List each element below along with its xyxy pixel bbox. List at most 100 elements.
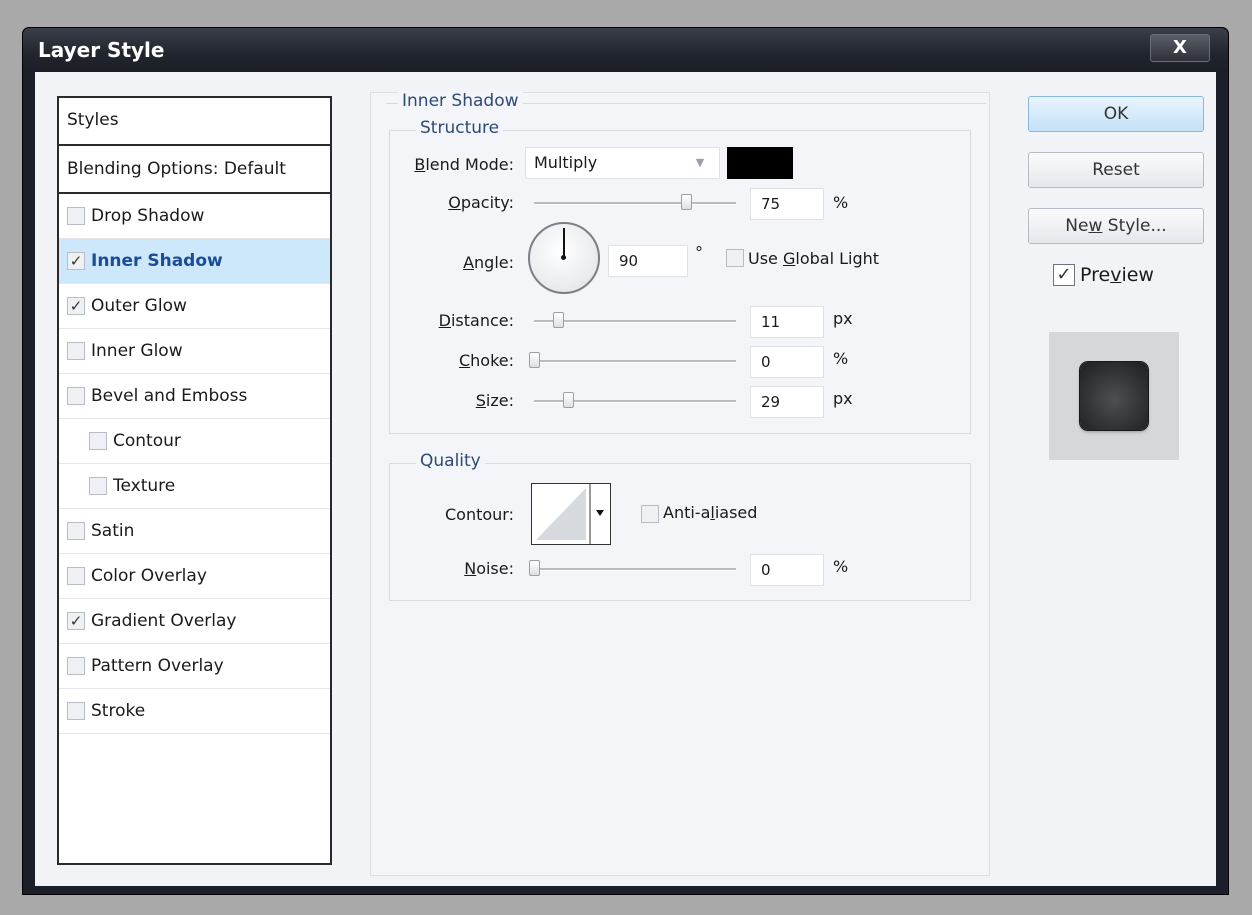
style-item-label: Satin	[91, 521, 135, 541]
style-item-label: Stroke	[91, 701, 146, 721]
style-checkbox[interactable]	[67, 342, 85, 360]
distance-slider-thumb[interactable]	[553, 312, 564, 328]
style-item-pattern-overlay[interactable]: Pattern Overlay	[59, 644, 330, 689]
style-item-label: Outer Glow	[91, 296, 187, 316]
blend-mode-value: Multiply	[534, 153, 598, 172]
chevron-down-icon: ▼	[695, 156, 705, 169]
distance-input[interactable]: 11	[750, 306, 824, 338]
angle-dial[interactable]	[528, 222, 600, 294]
style-item-label: Texture	[113, 476, 176, 496]
choke-slider-thumb[interactable]	[529, 352, 540, 368]
style-checkbox[interactable]	[67, 702, 85, 720]
ok-button[interactable]: OK	[1028, 96, 1204, 132]
angle-center-dot	[561, 255, 566, 260]
style-item-texture[interactable]: Texture	[59, 464, 330, 509]
new-style-button[interactable]: New Style...	[1028, 208, 1204, 244]
style-checkbox[interactable]	[67, 387, 85, 405]
style-item-stroke[interactable]: Stroke	[59, 689, 330, 734]
contour-curve-icon	[536, 484, 604, 544]
angle-label: Angle:	[463, 253, 514, 272]
style-item-inner-shadow[interactable]: ✓ Inner Shadow	[59, 239, 330, 284]
use-global-light-checkbox[interactable]	[726, 249, 744, 267]
style-item-label: Drop Shadow	[91, 206, 205, 226]
size-slider[interactable]	[534, 392, 736, 408]
inner-shadow-group: Inner Shadow	[386, 91, 986, 111]
preview-checkbox[interactable]: ✓	[1053, 264, 1075, 286]
choke-label: Choke:	[458, 351, 514, 370]
style-checkbox[interactable]	[67, 207, 85, 225]
style-checkbox[interactable]	[89, 477, 107, 495]
style-item-label: Contour	[113, 431, 181, 451]
dialog-body: Styles Blending Options: Default Drop Sh…	[35, 72, 1216, 886]
style-checkbox[interactable]	[89, 432, 107, 450]
choke-unit: %	[833, 349, 849, 368]
noise-slider-thumb[interactable]	[529, 560, 540, 576]
size-input[interactable]: 29	[750, 386, 824, 418]
style-item-bevel-and-emboss[interactable]: Bevel and Emboss	[59, 374, 330, 419]
noise-slider[interactable]	[529, 560, 736, 576]
title-bar[interactable]: Layer Style X	[23, 28, 1228, 72]
opacity-unit: %	[833, 193, 849, 212]
quality-group: Quality	[389, 451, 971, 601]
styles-header[interactable]: Styles	[59, 98, 330, 146]
anti-aliased-label: Anti-aliased	[663, 503, 758, 522]
style-checkbox[interactable]	[67, 522, 85, 540]
opacity-input[interactable]: 75	[750, 188, 824, 220]
structure-title: Structure	[416, 118, 504, 138]
style-checkbox[interactable]: ✓	[67, 252, 85, 270]
style-item-inner-glow[interactable]: Inner Glow	[59, 329, 330, 374]
style-item-label: Color Overlay	[91, 566, 207, 586]
use-global-light-label: Use Global Light	[748, 249, 880, 268]
reset-button[interactable]: Reset	[1028, 152, 1204, 188]
opacity-label: Opacity:	[448, 193, 514, 212]
style-item-gradient-overlay[interactable]: ✓ Gradient Overlay	[59, 599, 330, 644]
style-checkbox[interactable]: ✓	[67, 612, 85, 630]
opacity-slider[interactable]	[534, 194, 736, 210]
distance-label: Distance:	[438, 311, 514, 330]
shadow-color-swatch[interactable]	[727, 147, 793, 179]
style-item-label: Pattern Overlay	[91, 656, 224, 676]
blend-mode-select[interactable]: Multiply ▼	[525, 147, 720, 179]
noise-label: Noise:	[464, 559, 514, 578]
choke-input[interactable]: 0	[750, 346, 824, 378]
noise-input[interactable]: 0	[750, 554, 824, 586]
distance-unit: px	[833, 309, 853, 328]
noise-unit: %	[833, 557, 849, 576]
anti-aliased-checkbox[interactable]	[641, 505, 659, 523]
blend-mode-label: Blend Mode:	[414, 155, 514, 174]
angle-unit: °	[695, 243, 703, 262]
style-item-label: Inner Glow	[91, 341, 183, 361]
size-unit: px	[833, 389, 853, 408]
style-item-drop-shadow[interactable]: Drop Shadow	[59, 194, 330, 239]
opacity-slider-thumb[interactable]	[681, 194, 692, 210]
angle-input[interactable]: 90	[608, 245, 688, 277]
inner-shadow-panel: Inner Shadow Structure Blend Mode: Multi…	[370, 91, 990, 876]
layer-style-dialog: Layer Style X Styles Blending Options: D…	[22, 27, 1229, 895]
contour-label: Contour:	[445, 505, 514, 524]
style-item-label: Bevel and Emboss	[91, 386, 248, 406]
style-item-contour[interactable]: Contour	[59, 419, 330, 464]
style-item-satin[interactable]: Satin	[59, 509, 330, 554]
size-label: Size:	[475, 391, 514, 410]
preview-label: Preview	[1080, 264, 1154, 286]
contour-picker[interactable]	[531, 483, 611, 545]
style-checkbox[interactable]	[67, 657, 85, 675]
inner-shadow-title: Inner Shadow	[398, 91, 523, 111]
preview-shape	[1080, 362, 1148, 430]
dialog-title: Layer Style	[38, 38, 165, 62]
preview-thumbnail	[1049, 332, 1179, 460]
close-button[interactable]: X	[1150, 34, 1210, 62]
style-item-color-overlay[interactable]: Color Overlay	[59, 554, 330, 599]
size-slider-thumb[interactable]	[563, 392, 574, 408]
distance-slider[interactable]	[534, 312, 736, 328]
style-item-label: Gradient Overlay	[91, 611, 237, 631]
blending-options-item[interactable]: Blending Options: Default	[59, 146, 330, 194]
choke-slider[interactable]	[529, 352, 736, 368]
styles-list: Styles Blending Options: Default Drop Sh…	[57, 96, 332, 865]
style-checkbox[interactable]	[67, 567, 85, 585]
style-item-outer-glow[interactable]: ✓ Outer Glow	[59, 284, 330, 329]
angle-needle	[563, 228, 565, 258]
quality-title: Quality	[416, 451, 485, 471]
style-item-label: Inner Shadow	[91, 251, 223, 271]
style-checkbox[interactable]: ✓	[67, 297, 85, 315]
